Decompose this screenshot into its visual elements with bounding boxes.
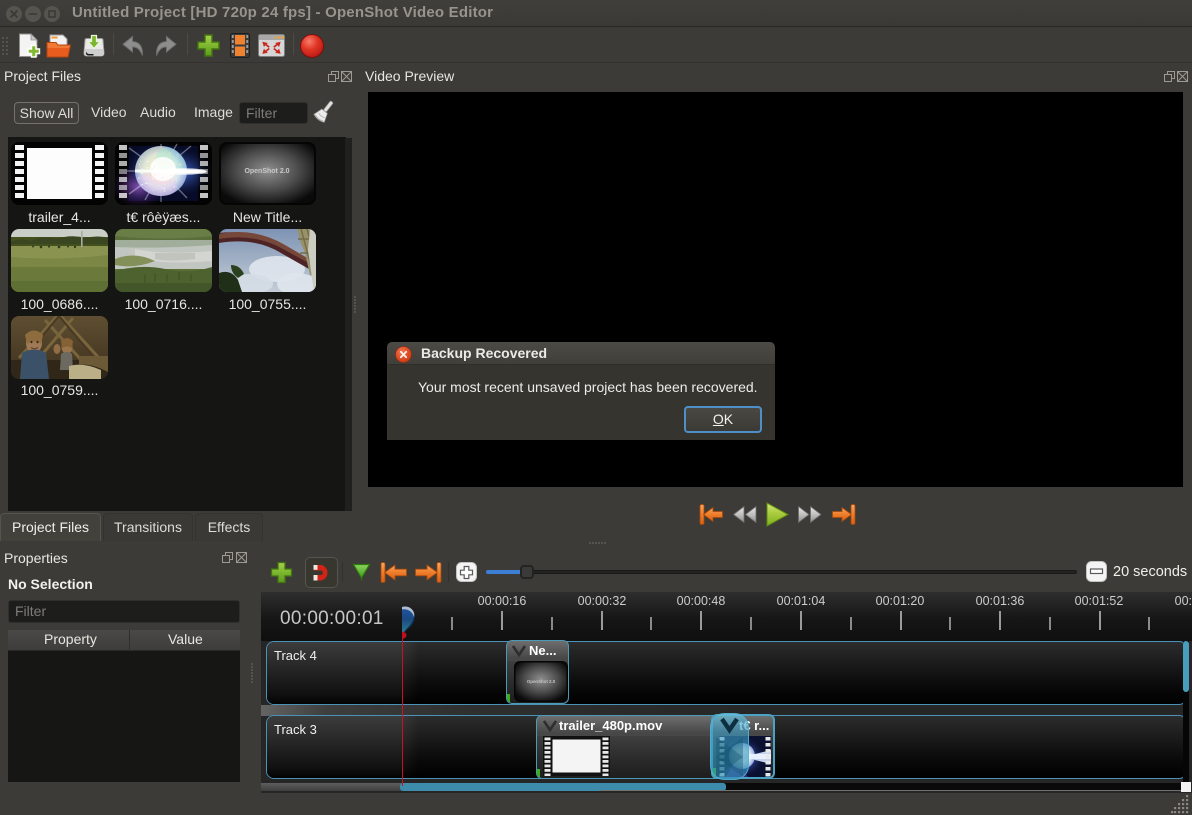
svg-text:OpenShot 2.0: OpenShot 2.0 (244, 168, 289, 175)
svg-text:OpenShot 2.0: OpenShot 2.0 (527, 679, 556, 684)
